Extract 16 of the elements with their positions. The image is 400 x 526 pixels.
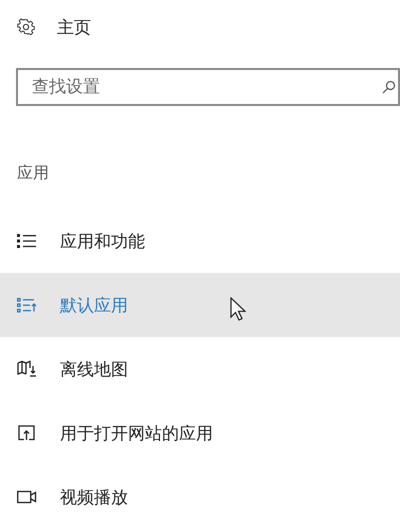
window-upload-icon [18, 425, 36, 441]
nav-item[interactable]: 应用和功能 [0, 209, 400, 273]
nav-item[interactable]: 离线地图 [0, 337, 400, 401]
mouse-cursor-icon [230, 297, 246, 321]
search-icon[interactable] [382, 80, 396, 94]
nav-item[interactable]: 视频播放 [0, 465, 400, 526]
search-field[interactable]: 查找设置 [16, 68, 400, 106]
video-camera-icon [17, 490, 37, 504]
sorted-list-icon [17, 297, 37, 313]
home-link[interactable]: 主页 [57, 16, 91, 38]
settings-icon [17, 18, 35, 36]
map-download-icon [17, 360, 37, 378]
nav-item[interactable]: 用于打开网站的应用 [0, 401, 400, 465]
nav-item[interactable]: 默认应用 [0, 273, 400, 337]
section-heading: 应用 [17, 163, 50, 184]
list-icon [17, 233, 37, 249]
